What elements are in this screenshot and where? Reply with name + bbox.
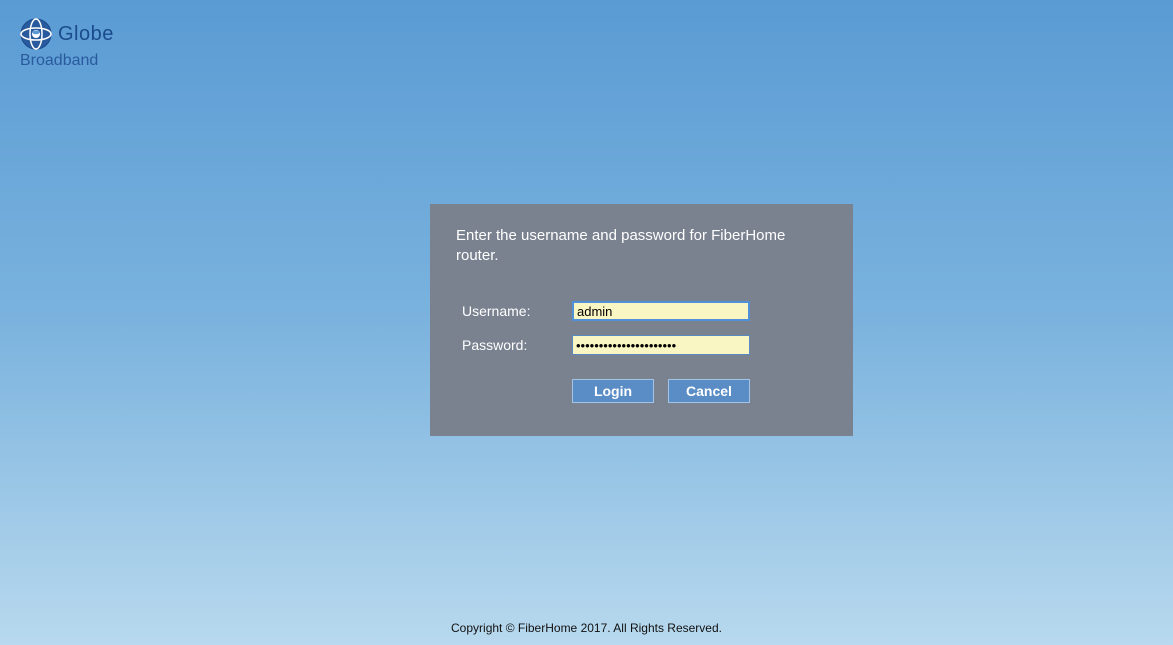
password-input[interactable] — [572, 335, 750, 355]
username-input[interactable] — [572, 301, 750, 321]
password-row: Password: — [456, 335, 827, 355]
login-instruction: Enter the username and password for Fibe… — [456, 226, 827, 265]
password-label: Password: — [462, 337, 572, 353]
logo-top: Globe — [20, 18, 114, 50]
logo-area: Globe Broadband — [20, 18, 114, 70]
logo-subbrand-text: Broadband — [20, 52, 114, 70]
cancel-button[interactable]: Cancel — [668, 379, 750, 403]
button-row: Login Cancel — [456, 379, 827, 403]
login-button[interactable]: Login — [572, 379, 654, 403]
username-row: Username: — [456, 301, 827, 321]
username-label: Username: — [462, 303, 572, 319]
footer-text: Copyright © FiberHome 2017. All Rights R… — [0, 621, 1173, 635]
globe-icon — [20, 18, 52, 50]
logo-brand-text: Globe — [58, 23, 114, 46]
login-box: Enter the username and password for Fibe… — [430, 204, 853, 436]
